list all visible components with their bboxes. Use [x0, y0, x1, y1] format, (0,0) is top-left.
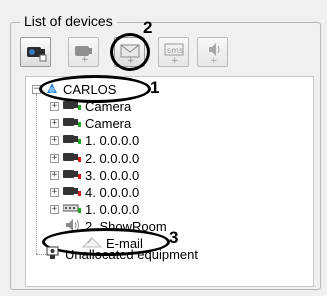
- tree-item[interactable]: + 2. 0.0.0.0: [50, 150, 139, 166]
- expand-expander[interactable]: +: [50, 170, 59, 180]
- callout-number: 2: [143, 18, 153, 37]
- tree-unallocated-label: Unallocated equipment: [65, 246, 198, 262]
- tree-item-label: 1. 0.0.0.0: [85, 132, 140, 148]
- svg-text:+: +: [171, 56, 179, 63]
- camera-icon: [63, 99, 81, 114]
- camera-search-button[interactable]: [20, 37, 51, 67]
- camera-icon: [63, 116, 81, 131]
- add-camera-icon: +: [75, 46, 92, 63]
- expand-expander[interactable]: +: [50, 101, 59, 111]
- tree-item[interactable]: + 3. 0.0.0.0: [50, 167, 139, 183]
- tree-item[interactable]: + 1. 0.0.0.0: [50, 201, 139, 217]
- tree-item-label: 3. 0.0.0.0: [85, 167, 140, 183]
- highlight-ellipse-email-button: [110, 33, 150, 71]
- add-sms-button[interactable]: sms +: [158, 37, 189, 67]
- tree-item-label: 2. 0.0.0.0: [85, 150, 140, 166]
- tree-item-label: Camera: [85, 115, 132, 131]
- tree-line: [36, 94, 37, 254]
- svg-text:+: +: [81, 55, 89, 63]
- expand-expander[interactable]: +: [50, 118, 59, 128]
- tree-item-label: 1. 0.0.0.0: [85, 201, 140, 217]
- add-sound-icon: +: [209, 43, 220, 63]
- group-title: List of devices: [20, 13, 117, 29]
- svg-text:sms: sms: [167, 46, 183, 55]
- add-sound-button[interactable]: +: [197, 37, 228, 67]
- unallocated-equipment-icon: [45, 246, 61, 263]
- tree-item[interactable]: + Camera: [50, 98, 131, 114]
- callout-number: 3: [169, 228, 179, 247]
- svg-text:+: +: [210, 56, 218, 63]
- devices-panel: List of devices + + sms + + 2 − CARLOS 1…: [0, 0, 327, 296]
- tree-item[interactable]: + 4. 0.0.0.0: [50, 184, 139, 200]
- add-camera-button[interactable]: +: [68, 37, 99, 67]
- camera-icon: [63, 185, 81, 200]
- expand-expander[interactable]: +: [50, 187, 59, 197]
- camera-icon: [63, 133, 81, 148]
- callout-number: 1: [150, 78, 160, 97]
- expand-expander[interactable]: +: [50, 204, 59, 214]
- camera-icon: [63, 168, 81, 183]
- tree-item[interactable]: + Camera: [50, 115, 131, 131]
- tree-item-label: Camera: [85, 98, 132, 114]
- camera-search-icon: [27, 47, 47, 62]
- add-sms-icon: sms +: [164, 43, 184, 63]
- tree-item-label: 4. 0.0.0.0: [85, 184, 140, 200]
- tree-item[interactable]: + 1. 0.0.0.0: [50, 132, 139, 148]
- expand-expander[interactable]: +: [50, 135, 59, 145]
- camera-icon: [63, 151, 81, 166]
- device-board-icon: [62, 202, 81, 217]
- expand-expander[interactable]: +: [50, 153, 59, 163]
- tree-unallocated-row[interactable]: Unallocated equipment: [45, 246, 198, 262]
